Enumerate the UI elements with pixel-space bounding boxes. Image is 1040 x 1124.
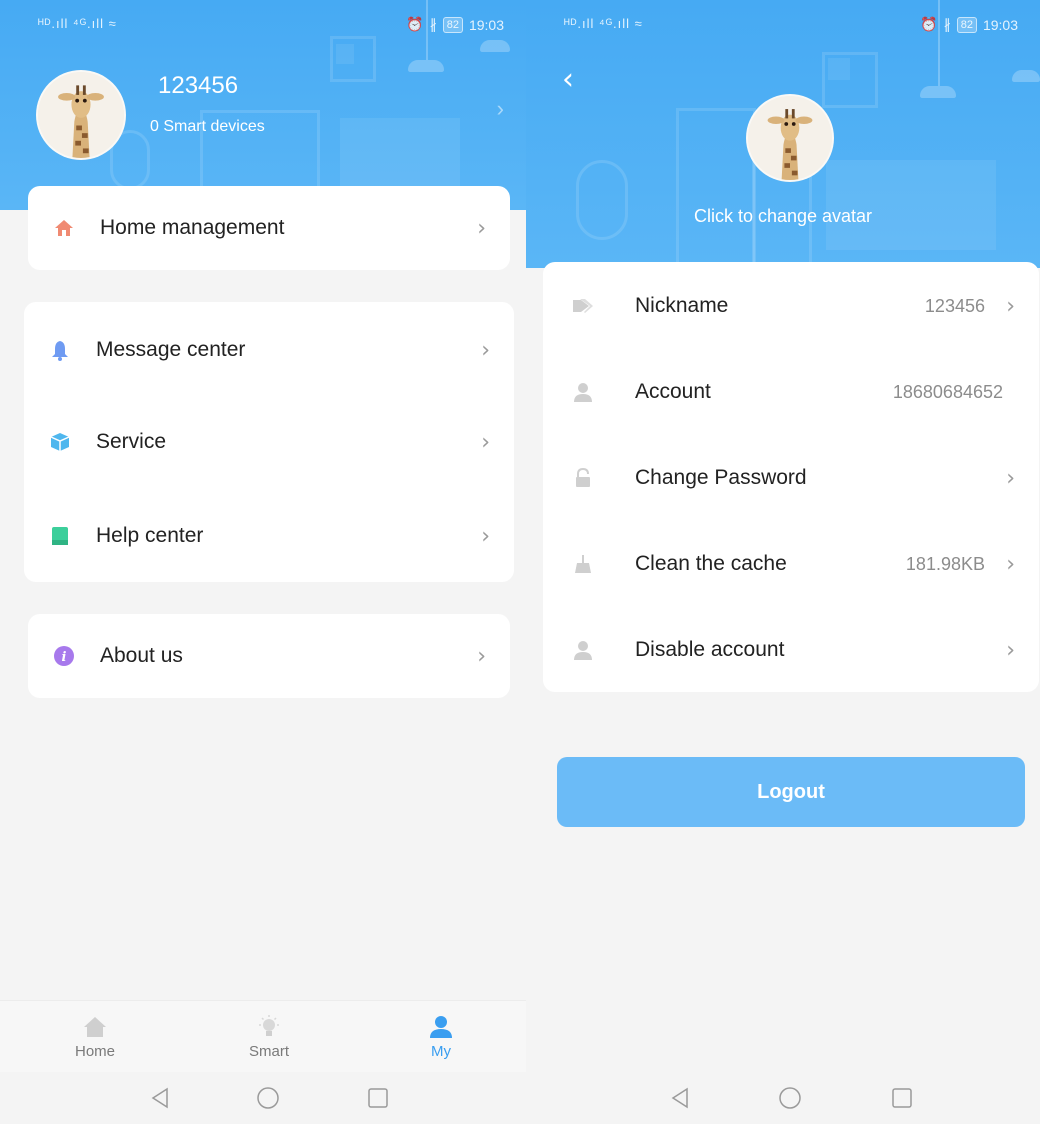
services-card: Message center › Service › Help center › (24, 302, 514, 582)
account-screen: ᴴᴰ.ıll ⁴ᴳ.ıll ≈ ⏰ ∦ 82 19:03 ‹ Click to … (526, 0, 1040, 1124)
box-icon (48, 430, 72, 454)
tag-icon (571, 294, 595, 318)
tab-label: Home (74, 1042, 115, 1060)
clock: 19:03 (468, 16, 504, 33)
nickname-value: 123456 (924, 295, 985, 316)
avatar[interactable] (36, 70, 126, 160)
giraffe-avatar-image (38, 72, 124, 158)
back-arrow-icon[interactable]: ‹ (562, 62, 574, 97)
chevron-right-icon: › (481, 337, 490, 363)
home-card: Home management › (28, 186, 510, 270)
menu-home-management[interactable]: Home management › (28, 198, 510, 258)
menu-about-us[interactable]: i About us › (28, 626, 510, 686)
menu-label: Service (96, 430, 167, 453)
device-count: 0 Smart devices (150, 118, 265, 135)
chevron-right-icon: › (477, 643, 486, 669)
battery-indicator: 82 (956, 16, 977, 33)
row-label: Nickname (635, 294, 729, 317)
row-clean-cache[interactable]: Clean the cache 181.98KB › (543, 534, 1039, 594)
tab-home[interactable]: Home (40, 1001, 150, 1073)
nav-recents-icon[interactable] (890, 1086, 914, 1110)
info-icon: i (52, 644, 76, 668)
chevron-right-icon: › (481, 523, 490, 549)
row-label: Change Password (635, 466, 807, 489)
status-bar: ᴴᴰ.ıll ⁴ᴳ.ıll ≈ ⏰ ∦ 82 19:03 (0, 14, 526, 38)
row-account: Account 18680684652 (543, 362, 1039, 422)
signal-indicator: ᴴᴰ.ıll ⁴ᴳ.ıll ≈ (38, 16, 117, 31)
broom-icon (571, 552, 595, 576)
nav-home-icon[interactable] (256, 1086, 280, 1110)
nav-home-icon[interactable] (778, 1086, 802, 1110)
lock-icon (571, 466, 595, 490)
chevron-right-icon: › (1006, 551, 1015, 577)
bluetooth-icon: ∦ (429, 16, 437, 32)
profile-chevron-icon[interactable]: › (497, 96, 504, 122)
user-icon (430, 1015, 452, 1038)
nav-back-icon[interactable] (148, 1086, 172, 1110)
battery-indicator: 82 (442, 16, 463, 33)
system-nav-bar (0, 1072, 526, 1124)
avatar[interactable] (746, 94, 834, 182)
signal-indicator: ᴴᴰ.ıll ⁴ᴳ.ıll ≈ (564, 16, 643, 31)
menu-label: Message center (96, 338, 246, 361)
row-label: Disable account (635, 638, 785, 661)
tab-smart[interactable]: Smart (214, 1001, 324, 1073)
tab-label: Smart (248, 1042, 289, 1060)
nav-recents-icon[interactable] (366, 1086, 390, 1110)
cache-size-value: 181.98KB (905, 553, 985, 574)
system-nav-bar (526, 1072, 1040, 1124)
chevron-right-icon: › (477, 215, 486, 241)
home-icon (84, 1016, 106, 1037)
username: 123456 (158, 72, 239, 99)
account-value: 18680684652 (892, 381, 1003, 402)
chevron-right-icon: › (1006, 293, 1015, 319)
person-icon (571, 380, 595, 404)
bottom-tab-bar: Home Smart My (0, 1000, 526, 1072)
logout-button[interactable]: Logout (557, 757, 1025, 827)
menu-label: About us (100, 644, 183, 667)
person-icon (571, 638, 595, 662)
clock: 19:03 (982, 16, 1018, 33)
bluetooth-icon: ∦ (943, 16, 951, 32)
bell-icon (48, 338, 72, 362)
alarm-icon: ⏰ (406, 16, 424, 32)
row-label: Clean the cache (635, 552, 787, 575)
menu-help-center[interactable]: Help center › (24, 506, 514, 566)
chevron-right-icon: › (481, 429, 490, 455)
chevron-right-icon: › (1006, 637, 1015, 663)
row-change-password[interactable]: Change Password › (543, 448, 1039, 508)
status-bar: ᴴᴰ.ıll ⁴ᴳ.ıll ≈ ⏰ ∦ 82 19:03 (526, 14, 1040, 38)
giraffe-avatar-image (748, 96, 832, 180)
tab-label: My (431, 1042, 451, 1060)
change-avatar-link[interactable]: Click to change avatar (526, 206, 1040, 227)
row-nickname[interactable]: Nickname 123456 › (543, 276, 1039, 336)
bulb-icon (259, 1014, 279, 1036)
row-label: Account (635, 380, 711, 403)
home-icon (52, 216, 76, 240)
menu-message-center[interactable]: Message center › (24, 320, 514, 380)
nav-back-icon[interactable] (668, 1086, 692, 1110)
row-disable-account[interactable]: Disable account › (543, 620, 1039, 680)
tab-my[interactable]: My (386, 1001, 496, 1073)
menu-service[interactable]: Service › (24, 412, 514, 472)
chevron-right-icon: › (1006, 465, 1015, 491)
my-screen: ᴴᴰ.ıll ⁴ᴳ.ıll ≈ ⏰ ∦ 82 19:03 123456 0 Sm… (0, 0, 526, 1124)
alarm-icon: ⏰ (920, 16, 938, 32)
menu-label: Help center (96, 524, 204, 547)
svg-text:i: i (62, 650, 67, 665)
menu-label: Home management (100, 216, 285, 239)
about-card: i About us › (28, 614, 510, 698)
book-icon (48, 524, 72, 548)
account-settings-card: Nickname 123456 › Account 18680684652 Ch… (543, 262, 1039, 692)
